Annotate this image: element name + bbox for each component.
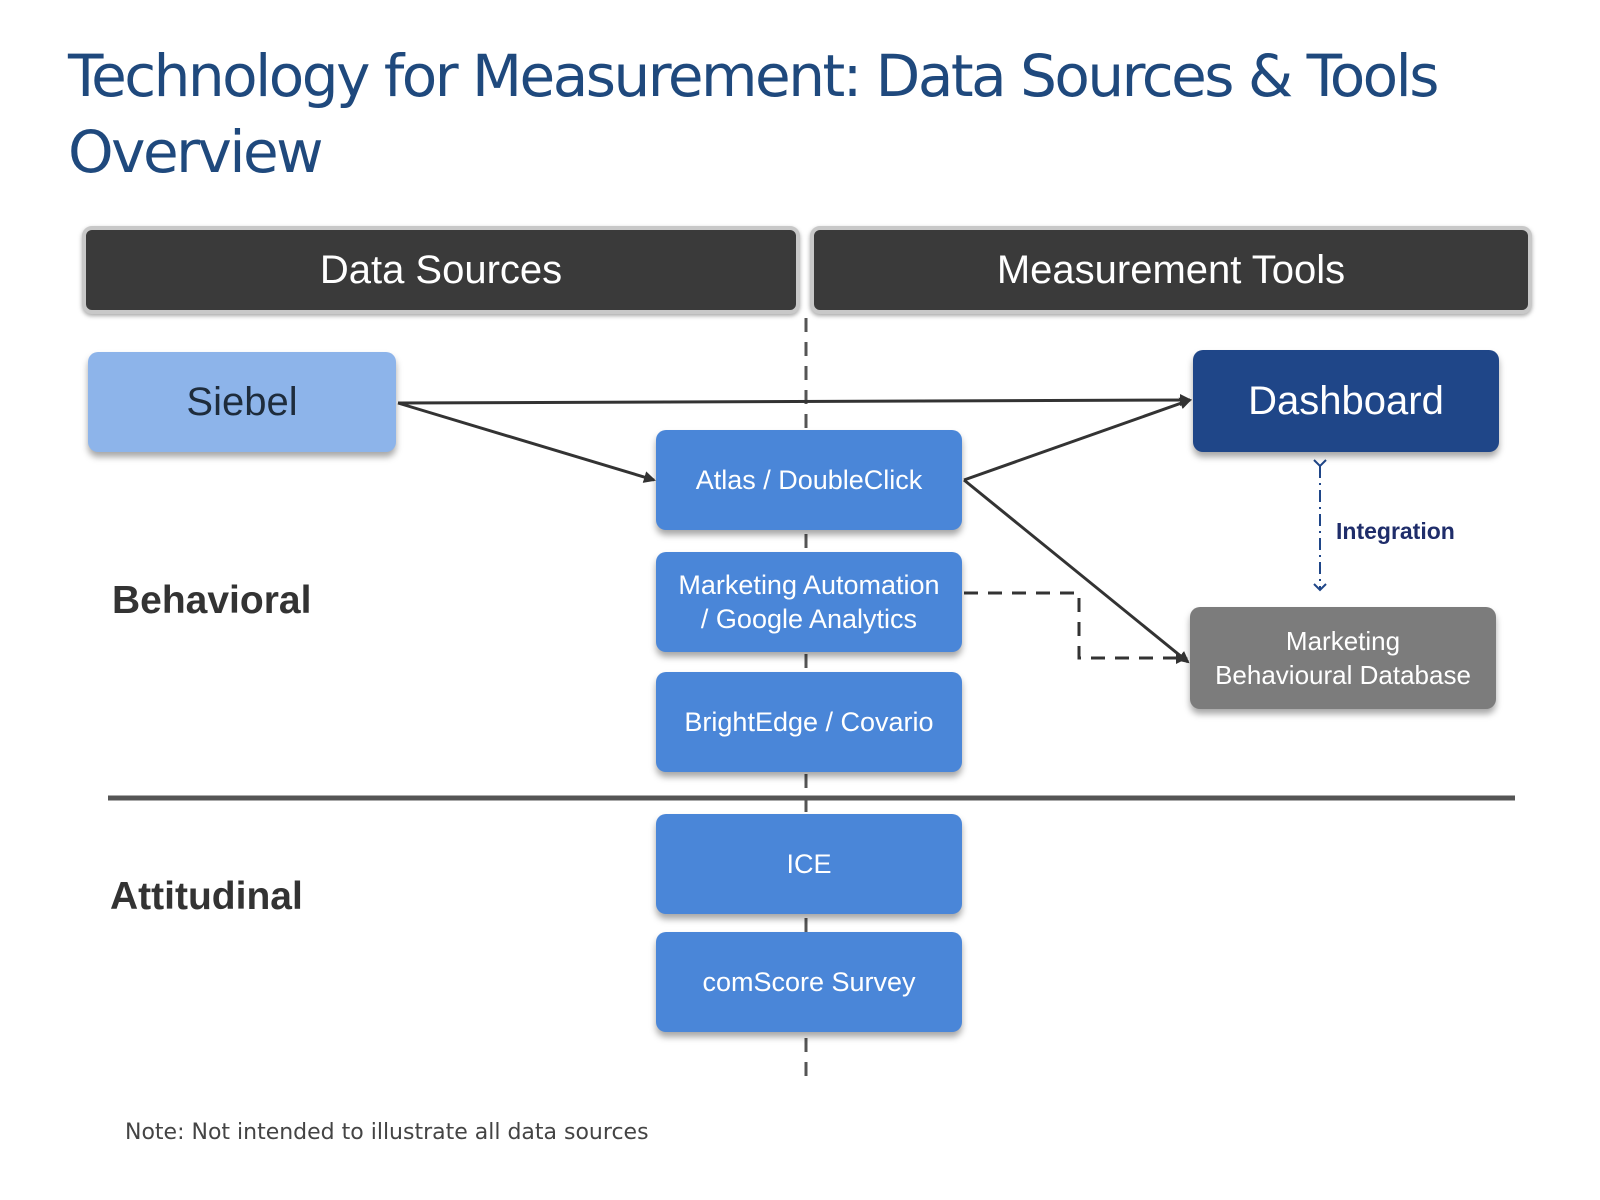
- arrow-siebel-atlas: [397, 401, 656, 483]
- comscore-survey-label: comScore Survey: [702, 967, 916, 997]
- arrow-atlas-database: [963, 478, 1190, 664]
- atlas-doubleclick-label: Atlas / DoubleClick: [695, 465, 923, 495]
- marketing-automation-label-line1: Marketing Automation: [678, 570, 940, 600]
- integration-label: Integration: [1336, 518, 1455, 544]
- ice-label: ICE: [786, 849, 832, 879]
- brightedge-covario-label: BrightEdge / Covario: [684, 707, 934, 737]
- database-label-line2: Behavioural Database: [1215, 660, 1471, 690]
- atlas-doubleclick-box: Atlas / DoubleClick: [656, 430, 962, 530]
- marketing-automation-box: Marketing Automation / Google Analytics: [656, 552, 962, 652]
- marketing-behavioural-database-box: Marketing Behavioural Database: [1190, 607, 1496, 709]
- dashboard-label: Dashboard: [1248, 378, 1444, 423]
- attitudinal-row-label: Attitudinal: [110, 875, 303, 918]
- dashboard-box: Dashboard: [1193, 350, 1499, 452]
- footnote: Note: Not intended to illustrate all dat…: [125, 1120, 649, 1145]
- comscore-survey-box: comScore Survey: [656, 932, 962, 1032]
- arrow-siebel-dashboard: [397, 394, 1192, 407]
- marketing-automation-label-line2: / Google Analytics: [700, 604, 918, 634]
- brightedge-covario-box: BrightEdge / Covario: [656, 672, 962, 772]
- siebel-box: Siebel: [88, 352, 396, 452]
- arrow-atlas-dashboard: [963, 397, 1192, 482]
- ice-box: ICE: [656, 814, 962, 914]
- behavioral-row-label: Behavioral: [112, 579, 312, 622]
- dashed-arrow-automation-database: [964, 591, 1188, 664]
- database-label-line1: Marketing: [1285, 626, 1401, 656]
- siebel-label: Siebel: [186, 379, 298, 424]
